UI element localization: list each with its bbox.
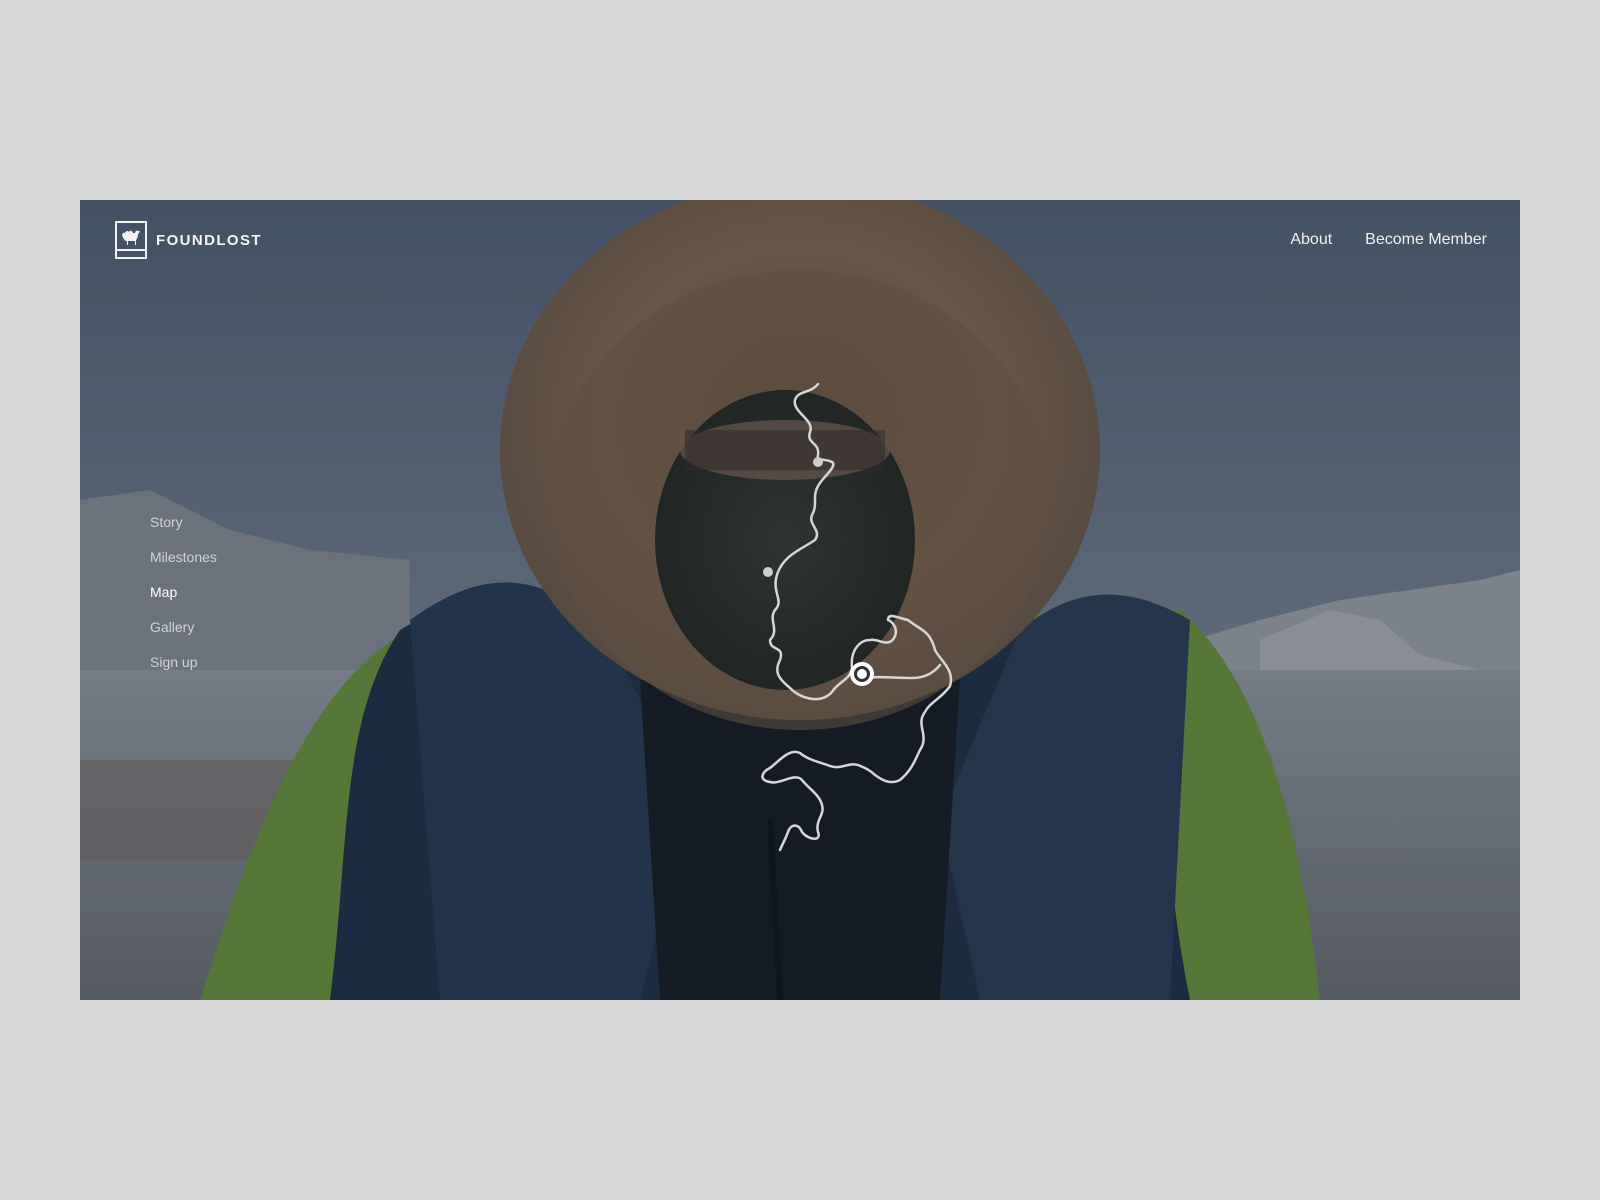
section-nav-gallery[interactable]: Gallery — [150, 617, 217, 652]
location-target-icon[interactable] — [850, 662, 874, 686]
section-nav-sign-up[interactable]: Sign up — [150, 652, 217, 687]
section-nav-milestones[interactable]: Milestones — [150, 547, 217, 582]
top-bar: FOUNDLOST About Become Member — [115, 220, 1487, 260]
about-link[interactable]: About — [1290, 231, 1332, 249]
section-nav: Story Milestones Map Gallery Sign up — [150, 512, 217, 687]
section-nav-story[interactable]: Story — [150, 512, 217, 547]
photo-overlay — [80, 200, 1520, 1000]
section-nav-map[interactable]: Map — [150, 582, 217, 617]
become-member-link[interactable]: Become Member — [1365, 231, 1487, 249]
hero-section: FOUNDLOST About Become Member Story Mile… — [80, 200, 1520, 1000]
camel-icon — [115, 221, 147, 259]
brand-name: FOUNDLOST — [156, 231, 262, 249]
brand-logo[interactable]: FOUNDLOST — [115, 221, 262, 259]
waypoint-marker[interactable] — [813, 457, 823, 467]
top-nav: About Become Member — [1290, 231, 1487, 249]
waypoint-marker[interactable] — [763, 567, 773, 577]
